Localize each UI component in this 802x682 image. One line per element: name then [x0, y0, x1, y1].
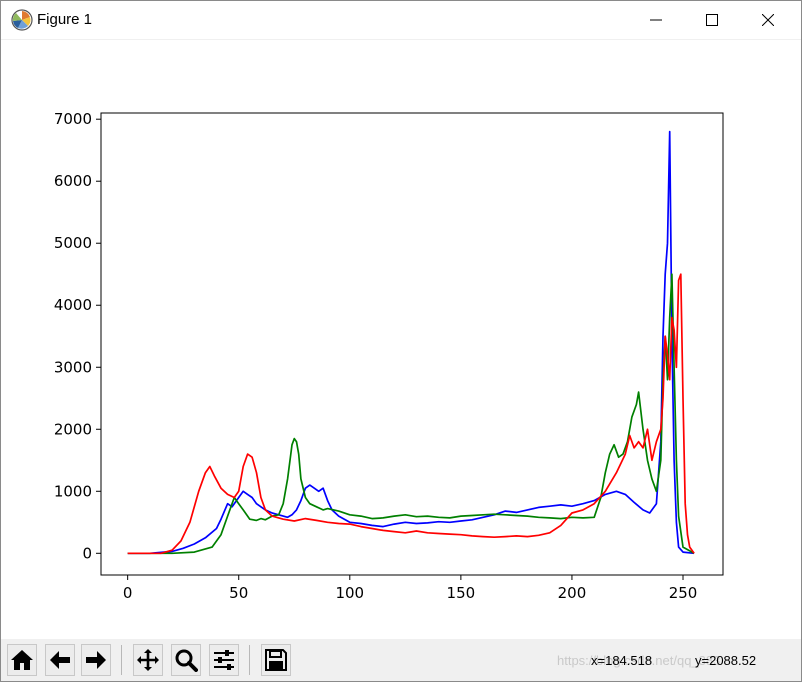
- home-icon: [11, 650, 33, 670]
- minimize-icon: [650, 19, 662, 21]
- green-channel-line: [127, 273, 695, 555]
- toolbar-separator: [121, 645, 122, 675]
- x-tick-label: 250: [669, 584, 698, 602]
- y-tick-label: 0: [82, 544, 92, 562]
- y-tick-label: 1000: [54, 482, 92, 500]
- y-tick-label: 5000: [54, 234, 92, 252]
- floppy-disk-icon: [265, 649, 287, 671]
- arrow-right-icon: [86, 651, 106, 669]
- toolbar-separator: [249, 645, 250, 675]
- forward-button[interactable]: [81, 644, 111, 676]
- maximize-icon: [706, 14, 718, 26]
- x-tick-label: 200: [558, 584, 587, 602]
- x-axis: 0 50 100 150 200 250: [123, 575, 697, 602]
- subplots-button[interactable]: [209, 644, 239, 676]
- figure-window: Figure 1 0 1000 2000 3000 4000 5000 6000 7000 0…: [0, 0, 802, 682]
- blue-channel-line: [127, 130, 695, 555]
- series-lines: [127, 130, 695, 555]
- x-tick-label: 100: [335, 584, 364, 602]
- navigation-toolbar: https://blog.csdn.net/qq_383 x=184.518 y…: [1, 639, 801, 681]
- window-title: Figure 1: [37, 11, 93, 28]
- minimize-button[interactable]: [633, 1, 679, 39]
- close-icon: [762, 14, 774, 26]
- close-button[interactable]: [745, 1, 791, 39]
- cursor-y-readout: y=2088.52: [695, 653, 757, 668]
- red-channel-line: [127, 273, 695, 555]
- arrow-left-icon: [50, 651, 70, 669]
- back-button[interactable]: [45, 644, 75, 676]
- move-icon: [137, 649, 159, 671]
- sliders-icon: [214, 650, 234, 670]
- y-tick-label: 2000: [54, 420, 92, 438]
- title-bar[interactable]: Figure 1: [1, 1, 801, 40]
- zoom-button[interactable]: [171, 644, 201, 676]
- y-tick-label: 7000: [54, 110, 92, 128]
- maximize-button[interactable]: [689, 1, 735, 39]
- cursor-x-readout: x=184.518: [591, 653, 653, 668]
- pan-button[interactable]: [133, 644, 163, 676]
- x-tick-label: 150: [447, 584, 476, 602]
- figure-canvas[interactable]: 0 1000 2000 3000 4000 5000 6000 7000 0 50 100 150 2…: [1, 40, 801, 638]
- x-tick-label: 50: [229, 584, 248, 602]
- home-button[interactable]: [7, 644, 37, 676]
- matplotlib-logo-icon: [11, 9, 33, 31]
- magnifier-icon: [175, 649, 198, 672]
- y-tick-label: 6000: [54, 172, 92, 190]
- save-button[interactable]: [261, 644, 291, 676]
- histogram-chart[interactable]: 0 1000 2000 3000 4000 5000 6000 7000 0 50 100 150 2…: [1, 40, 801, 638]
- x-tick-label: 0: [123, 584, 133, 602]
- y-tick-label: 3000: [54, 358, 92, 376]
- y-tick-label: 4000: [54, 296, 92, 314]
- y-axis: 0 1000 2000 3000 4000 5000 6000 7000: [54, 110, 101, 562]
